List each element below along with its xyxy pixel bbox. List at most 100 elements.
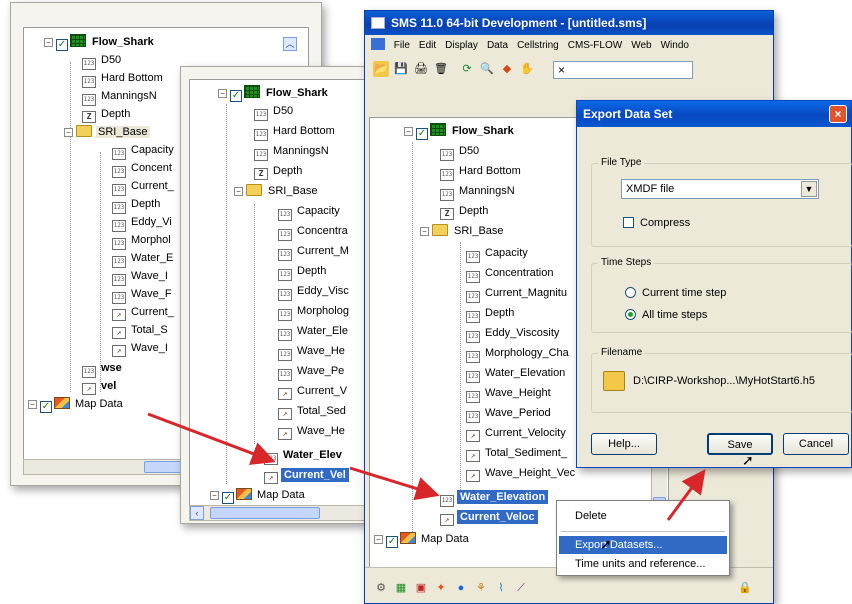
scroll-up-button[interactable]: ︿ xyxy=(283,37,297,51)
menu-item-delete[interactable]: Delete xyxy=(559,507,727,525)
all-time-steps-radio[interactable]: All time steps xyxy=(625,309,707,321)
tree-node[interactable]: 123 Eddy_Vi xyxy=(112,213,174,232)
tree-node-d50[interactable]: 123 D50 xyxy=(254,102,295,121)
tree-node[interactable]: 123 Morphology_Cha xyxy=(466,344,571,363)
browse-folder-button[interactable] xyxy=(603,371,625,391)
tree-node-depth[interactable]: Z Depth xyxy=(440,202,490,220)
gis-module-icon[interactable]: ● xyxy=(453,580,469,596)
mesh-module-icon[interactable]: ⚙ xyxy=(373,580,389,596)
grid-module-icon[interactable]: ▦ xyxy=(393,580,409,596)
tree-node[interactable]: ↗ Total_S xyxy=(112,321,170,339)
tree-node[interactable]: ↗ Current_V xyxy=(278,382,349,400)
tree-node[interactable]: ↗ Total_Sediment_ xyxy=(466,444,569,462)
tree-node-map-data[interactable]: − ✓ Map Data xyxy=(210,486,307,504)
tree-node-wse[interactable]: 123 wse xyxy=(82,359,124,378)
tree-node[interactable]: 123 Depth xyxy=(466,304,516,323)
tree-node-water-elevation[interactable]: 123 Water_Elev xyxy=(264,446,344,465)
tree-node[interactable]: 123 Water_E xyxy=(112,249,175,268)
menu-display[interactable]: Display xyxy=(445,40,478,51)
tree-node[interactable]: 123 Current_ xyxy=(112,177,176,196)
tree-node[interactable]: 123 Current_Magnitu xyxy=(466,284,569,303)
tree-node-sri-base[interactable]: − SRI_Base xyxy=(420,222,506,240)
checkbox-icon[interactable]: ✓ xyxy=(56,39,68,51)
collapse-icon[interactable]: − xyxy=(404,127,413,136)
tree-node[interactable]: 123 Wave_Pe xyxy=(278,362,346,381)
scatter-module-icon[interactable]: ▣ xyxy=(413,580,429,596)
tree-node-manningsn[interactable]: 123 ManningsN xyxy=(82,87,159,106)
tree-node[interactable]: ↗ Wave_I xyxy=(112,339,170,357)
file-type-select[interactable]: XMDF file ▼ xyxy=(621,179,819,199)
help-button[interactable]: Help... xyxy=(591,433,657,455)
chevron-down-icon[interactable]: ▼ xyxy=(801,181,817,197)
tree-node-current-velocity[interactable]: ↗ Current_Vel xyxy=(264,466,349,484)
menu-data[interactable]: Data xyxy=(487,40,508,51)
scroll-left-button[interactable]: ‹ xyxy=(190,506,204,520)
checkbox-icon[interactable]: ✓ xyxy=(230,90,242,102)
menu-cms-flow[interactable]: CMS-FLOW xyxy=(568,40,622,51)
tree-node-map-data[interactable]: − ✓ Map Data xyxy=(28,395,125,413)
tree-node-manningsn[interactable]: 123 ManningsN xyxy=(254,142,331,161)
menu-web[interactable]: Web xyxy=(631,40,651,51)
tree-node-vel[interactable]: ↗ vel xyxy=(82,377,118,395)
menu-item-time-units[interactable]: Time units and reference... xyxy=(559,555,727,573)
horizontal-scrollbar[interactable]: ‹ xyxy=(189,505,365,521)
tree-node-hard-bottom[interactable]: 123 Hard Bottom xyxy=(440,162,523,181)
tree-node-water-elevation[interactable]: 123 Water_Elevation xyxy=(440,488,549,507)
close-icon[interactable]: × xyxy=(829,105,847,123)
tree-node-hard-bottom[interactable]: 123 Hard Bottom xyxy=(254,122,337,141)
cancel-button[interactable]: Cancel xyxy=(783,433,849,455)
lock-icon[interactable]: 🔒 xyxy=(737,580,753,596)
tree-node-flow-shark[interactable]: − ✓ Flow_Shark xyxy=(218,84,330,102)
tree-node-d50[interactable]: 123 D50 xyxy=(440,142,481,161)
tree-node[interactable]: 123 Concent xyxy=(112,159,174,178)
expand-icon[interactable]: − xyxy=(374,535,383,544)
select-tool-icon[interactable]: ⟋ xyxy=(513,580,529,596)
current-time-step-radio[interactable]: Current time step xyxy=(625,287,726,299)
toolbar-coordinate-field[interactable]: × xyxy=(553,61,693,79)
zoom-icon[interactable]: 🔍 xyxy=(479,61,495,77)
tree-node-d50[interactable]: 123 D50 xyxy=(82,51,123,70)
menu-cellstring[interactable]: Cellstring xyxy=(517,40,559,51)
tree-node[interactable]: 123 Capacity xyxy=(466,244,530,263)
save-button[interactable]: Save xyxy=(707,433,773,455)
checkbox-icon[interactable]: ✓ xyxy=(386,536,398,548)
tree-node[interactable]: ↗ Current_Velocity xyxy=(466,424,568,442)
collapse-icon[interactable]: − xyxy=(420,227,429,236)
tree-node-flow-shark[interactable]: − ✓ Flow_Shark xyxy=(44,33,156,51)
tree-node[interactable]: 123 Water_Elevation xyxy=(466,364,567,383)
expand-icon[interactable]: − xyxy=(28,400,37,409)
save-icon[interactable]: 💾 xyxy=(393,61,409,77)
checkbox-icon[interactable]: ✓ xyxy=(416,128,428,140)
menu-item-export-datasets[interactable]: Export Datasets... xyxy=(559,536,727,554)
tree-node[interactable]: 123 Wave_I xyxy=(112,267,170,286)
tree-node[interactable]: ↗ Current_ xyxy=(112,303,176,321)
tree-node-depth[interactable]: Z Depth xyxy=(82,105,132,123)
tree-node[interactable]: 123 Depth xyxy=(112,195,162,214)
checkbox-icon[interactable]: ✓ xyxy=(222,492,234,504)
tree-node-map-data[interactable]: − ✓ Map Data xyxy=(374,530,471,548)
tree-node[interactable]: 123 Capacity xyxy=(112,141,176,160)
refresh-icon[interactable]: ⟳ xyxy=(459,61,475,77)
tree-node[interactable]: 123 Wave_He xyxy=(278,342,347,361)
menu-edit[interactable]: Edit xyxy=(419,40,436,51)
collapse-icon[interactable]: − xyxy=(218,89,227,98)
checkbox-icon[interactable]: ✓ xyxy=(40,401,52,413)
open-icon[interactable]: 📂 xyxy=(373,61,389,77)
collapse-icon[interactable]: − xyxy=(234,187,243,196)
tree-node[interactable]: ↗ Total_Sed xyxy=(278,402,348,420)
tree-node[interactable]: ↗ Wave_Height_Vec xyxy=(466,464,577,482)
menu-window[interactable]: Windo xyxy=(661,40,689,51)
tree-node[interactable]: 123 Wave_Height xyxy=(466,384,553,403)
map-module-icon[interactable]: ✦ xyxy=(433,580,449,596)
tree-node[interactable]: 123 Depth xyxy=(278,262,328,281)
tree-node-current-velocity[interactable]: ↗ Current_Veloc xyxy=(440,508,538,526)
tree-node-sri-base[interactable]: − SRI_Base xyxy=(64,123,150,141)
tree-node[interactable]: 123 Current_M xyxy=(278,242,351,261)
tree-node[interactable]: 123 Wave_Period xyxy=(466,404,553,423)
delete-icon[interactable]: 🗑 xyxy=(433,61,449,77)
collapse-icon[interactable]: − xyxy=(64,128,73,137)
pan-icon[interactable]: ✋ xyxy=(519,61,535,77)
tree-node[interactable]: 123 Morphol xyxy=(112,231,173,250)
tree-node-depth[interactable]: Z Depth xyxy=(254,162,304,180)
tree-node[interactable]: ↗ Wave_He xyxy=(278,422,347,440)
